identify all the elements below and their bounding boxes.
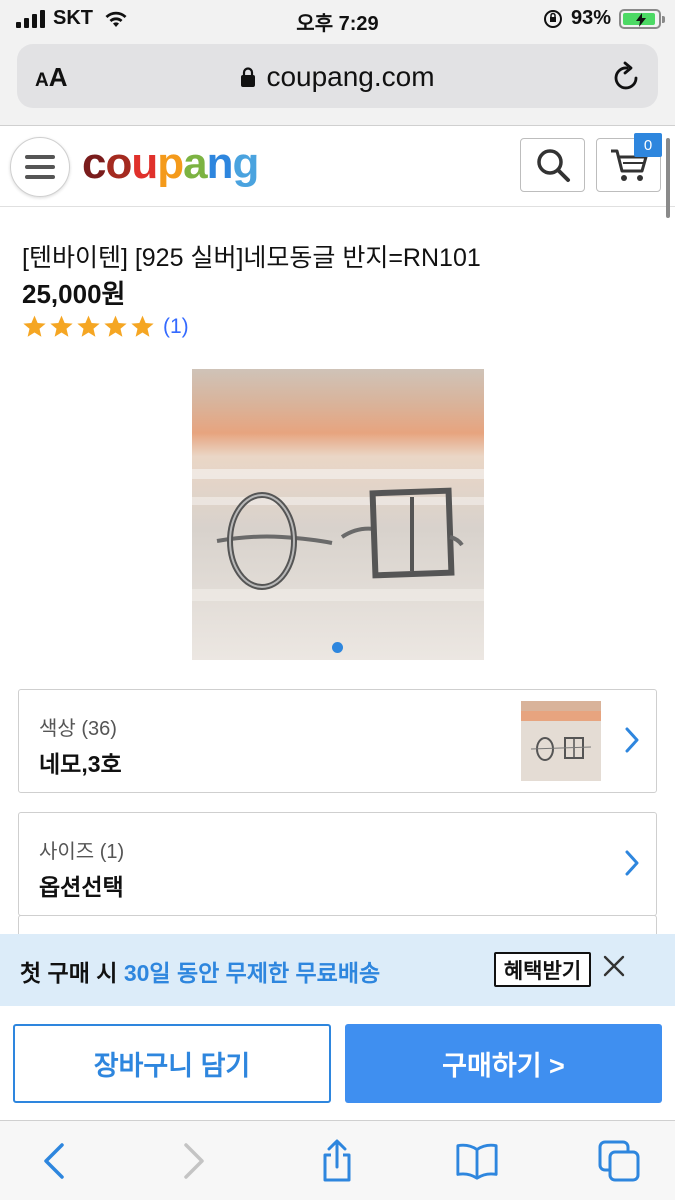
tabs-icon (598, 1140, 640, 1182)
rating[interactable]: (1) (22, 314, 189, 339)
status-bar: SKT 오후 7:29 93% (0, 0, 675, 38)
star-icon (131, 315, 154, 337)
promo-text: 첫 구매 시 30일 동안 무제한 무료배송 (20, 960, 381, 986)
reload-icon[interactable] (612, 60, 642, 92)
logo-letter: u (131, 139, 158, 188)
menu-button[interactable] (10, 137, 70, 197)
site-header: coupang 0 (0, 127, 675, 207)
star-icon (50, 315, 73, 337)
logo-letter: p (157, 139, 184, 188)
url-text: coupang.com (266, 61, 435, 92)
rating-count[interactable]: (1) (163, 315, 189, 339)
star-icon (77, 315, 100, 337)
search-button[interactable] (520, 138, 585, 192)
address-bar[interactable]: AA coupang.com (17, 44, 658, 108)
share-button[interactable] (315, 1139, 359, 1183)
search-icon (536, 149, 570, 182)
option-size[interactable]: 사이즈 (1) 옵션선택 (18, 812, 657, 916)
bookmarks-button[interactable] (455, 1139, 499, 1183)
star-icon (23, 315, 46, 337)
chevron-right-icon (184, 1143, 204, 1179)
option-size-label: 사이즈 (1) (39, 841, 125, 863)
battery-icon (619, 8, 665, 29)
logo-letter: a (183, 139, 208, 188)
lock-icon (241, 67, 256, 87)
action-bar: 장바구니 담기 구매하기 > (0, 1006, 675, 1120)
battery-level-fill (623, 12, 655, 27)
add-to-cart-button[interactable]: 장바구니 담기 (13, 1024, 331, 1103)
browser-address-area: AA coupang.com (0, 38, 675, 126)
tabs-button[interactable] (597, 1139, 641, 1183)
book-icon (456, 1143, 498, 1180)
chevron-left-icon (44, 1143, 64, 1179)
carousel-indicator[interactable] (332, 642, 343, 653)
buy-now-button[interactable]: 구매하기 > (345, 1024, 662, 1103)
logo-letter: n (206, 139, 234, 188)
option-color-label: 색상 (36) (39, 718, 117, 740)
scrollbar[interactable] (666, 138, 670, 218)
status-right: 93% (543, 7, 665, 30)
orientation-lock-icon (543, 9, 562, 28)
back-button[interactable] (32, 1139, 76, 1183)
get-benefit-button[interactable]: 혜택받기 (494, 952, 591, 987)
hamburger-icon (25, 155, 55, 159)
option-color[interactable]: 색상 (36) 네모,3호 (18, 689, 657, 793)
option-size-value: 옵션선택 (39, 874, 124, 900)
chevron-right-icon (625, 727, 639, 753)
logo-letter: c (82, 139, 107, 188)
promo-banner: 첫 구매 시 30일 동안 무제한 무료배송 혜택받기 (0, 934, 675, 1006)
logo-letter: g (232, 139, 260, 188)
logo-letter: o (105, 139, 132, 188)
star-icon (104, 315, 127, 337)
product-price: 25,000원 (22, 279, 126, 309)
cart-button[interactable]: 0 (596, 133, 662, 192)
chevron-right-icon (625, 850, 639, 876)
share-icon (323, 1139, 351, 1182)
forward-button[interactable] (172, 1139, 216, 1183)
product-title: [텐바이텐] [925 실버]네모동글 반지=RN101 (22, 244, 481, 272)
close-icon[interactable] (602, 954, 626, 978)
product-image[interactable] (192, 369, 484, 660)
battery-percent: 93% (570, 7, 611, 29)
promo-highlight: 30일 동안 무제한 무료배송 (123, 960, 381, 986)
option-color-value: 네모,3호 (39, 751, 122, 777)
coupang-logo[interactable]: coupang (82, 139, 260, 189)
browser-toolbar (0, 1120, 675, 1200)
option-color-thumbnail (521, 701, 601, 781)
cart-count-badge: 0 (634, 133, 662, 157)
